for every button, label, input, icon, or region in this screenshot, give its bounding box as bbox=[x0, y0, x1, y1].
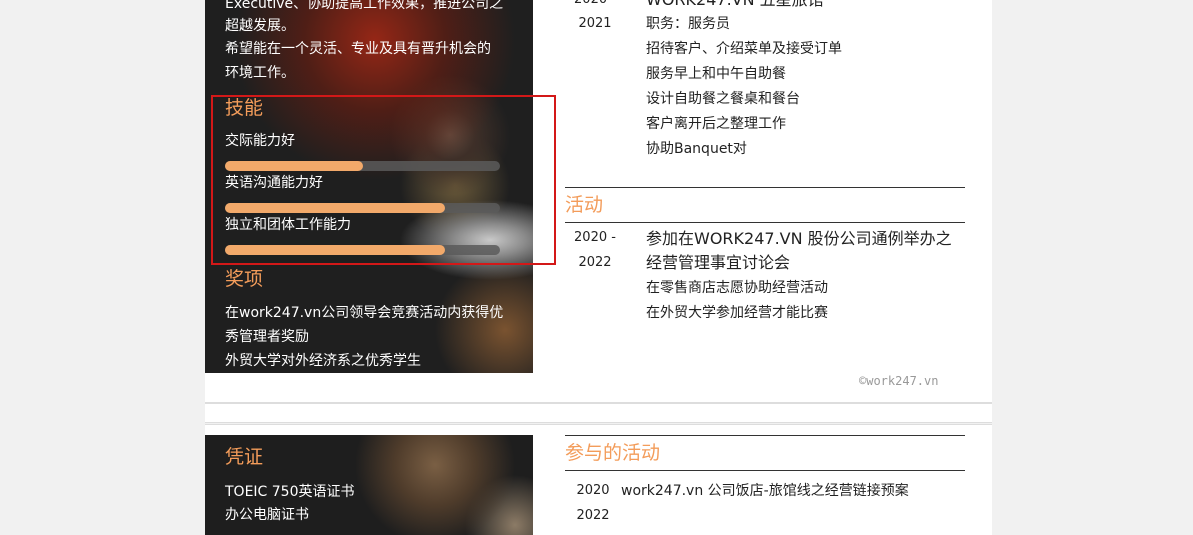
activities-line: 在外贸大学参加经营才能比赛 bbox=[646, 305, 828, 321]
activities-headline: 经营管理事宜讨论会 bbox=[646, 253, 791, 272]
participated-date-to: 2022 bbox=[576, 508, 610, 523]
experience-line: 设计自助餐之餐桌和餐台 bbox=[646, 91, 800, 107]
objective-line: 希望能在一个灵活、专业及具有晋升机会的 bbox=[225, 41, 491, 57]
experience-date-from: 2020 - bbox=[565, 0, 625, 12]
sidebar: 凭证 TOEIC 750英语证书 办公电脑证书 bbox=[205, 435, 533, 535]
experience-company: WORK247.VN 五星旅馆 bbox=[646, 0, 824, 12]
certificate-line: TOEIC 750英语证书 bbox=[225, 484, 355, 500]
watermark: ©work247.vn bbox=[859, 374, 939, 388]
activities-line: 在零售商店志愿协助经营活动 bbox=[646, 280, 828, 296]
divider bbox=[565, 435, 965, 436]
participated-activities-title: 参与的活动 bbox=[565, 442, 661, 464]
divider bbox=[565, 187, 965, 188]
divider bbox=[565, 470, 965, 471]
experience-line: 职务：服务员 bbox=[646, 16, 730, 32]
experience-line: 客户离开后之整理工作 bbox=[646, 116, 786, 132]
participated-date-from: 2020 bbox=[576, 483, 610, 498]
activities-date-to: 2022 bbox=[578, 255, 612, 270]
experience-line: 服务早上和中午自助餐 bbox=[646, 66, 786, 82]
objective-line: 超越发展。 bbox=[225, 18, 295, 34]
experience-line: 协助Banquet对 bbox=[646, 141, 747, 157]
activities-headline: 参加在WORK247.VN 股份公司通例举办之 bbox=[646, 229, 952, 248]
experience-line: 招待客户、介绍菜单及接受订单 bbox=[646, 41, 842, 57]
certificates-title: 凭证 bbox=[225, 446, 264, 468]
activities-date-from: 2020 - bbox=[574, 230, 616, 245]
main-content: 参与的活动 2020 2022 work247.vn 公司饭店-旅馆线之经营链接… bbox=[565, 425, 985, 535]
award-line: 外贸大学对外经济系之优秀学生 bbox=[225, 353, 421, 369]
objective-line: 环境工作。 bbox=[225, 65, 295, 81]
main-content: 2020 - 2021 WORK247.VN 五星旅馆 职务：服务员 招待客户、… bbox=[565, 0, 985, 402]
participated-activity-text: work247.vn 公司饭店-旅馆线之经营链接预案 bbox=[621, 483, 909, 499]
experience-date-to: 2021 bbox=[578, 16, 612, 31]
highlight-box bbox=[211, 95, 556, 265]
certificate-line: 办公电脑证书 bbox=[225, 507, 309, 523]
award-line: 秀管理者奖励 bbox=[225, 329, 309, 345]
awards-title: 奖项 bbox=[225, 268, 264, 290]
award-line: 在work247.vn公司领导会竞赛活动内获得优 bbox=[225, 305, 504, 321]
resume-page-2: 凭证 TOEIC 750英语证书 办公电脑证书 参与的活动 2020 2022 … bbox=[205, 424, 992, 535]
page-gap bbox=[205, 403, 992, 423]
divider bbox=[565, 222, 965, 223]
activities-title: 活动 bbox=[565, 194, 604, 216]
